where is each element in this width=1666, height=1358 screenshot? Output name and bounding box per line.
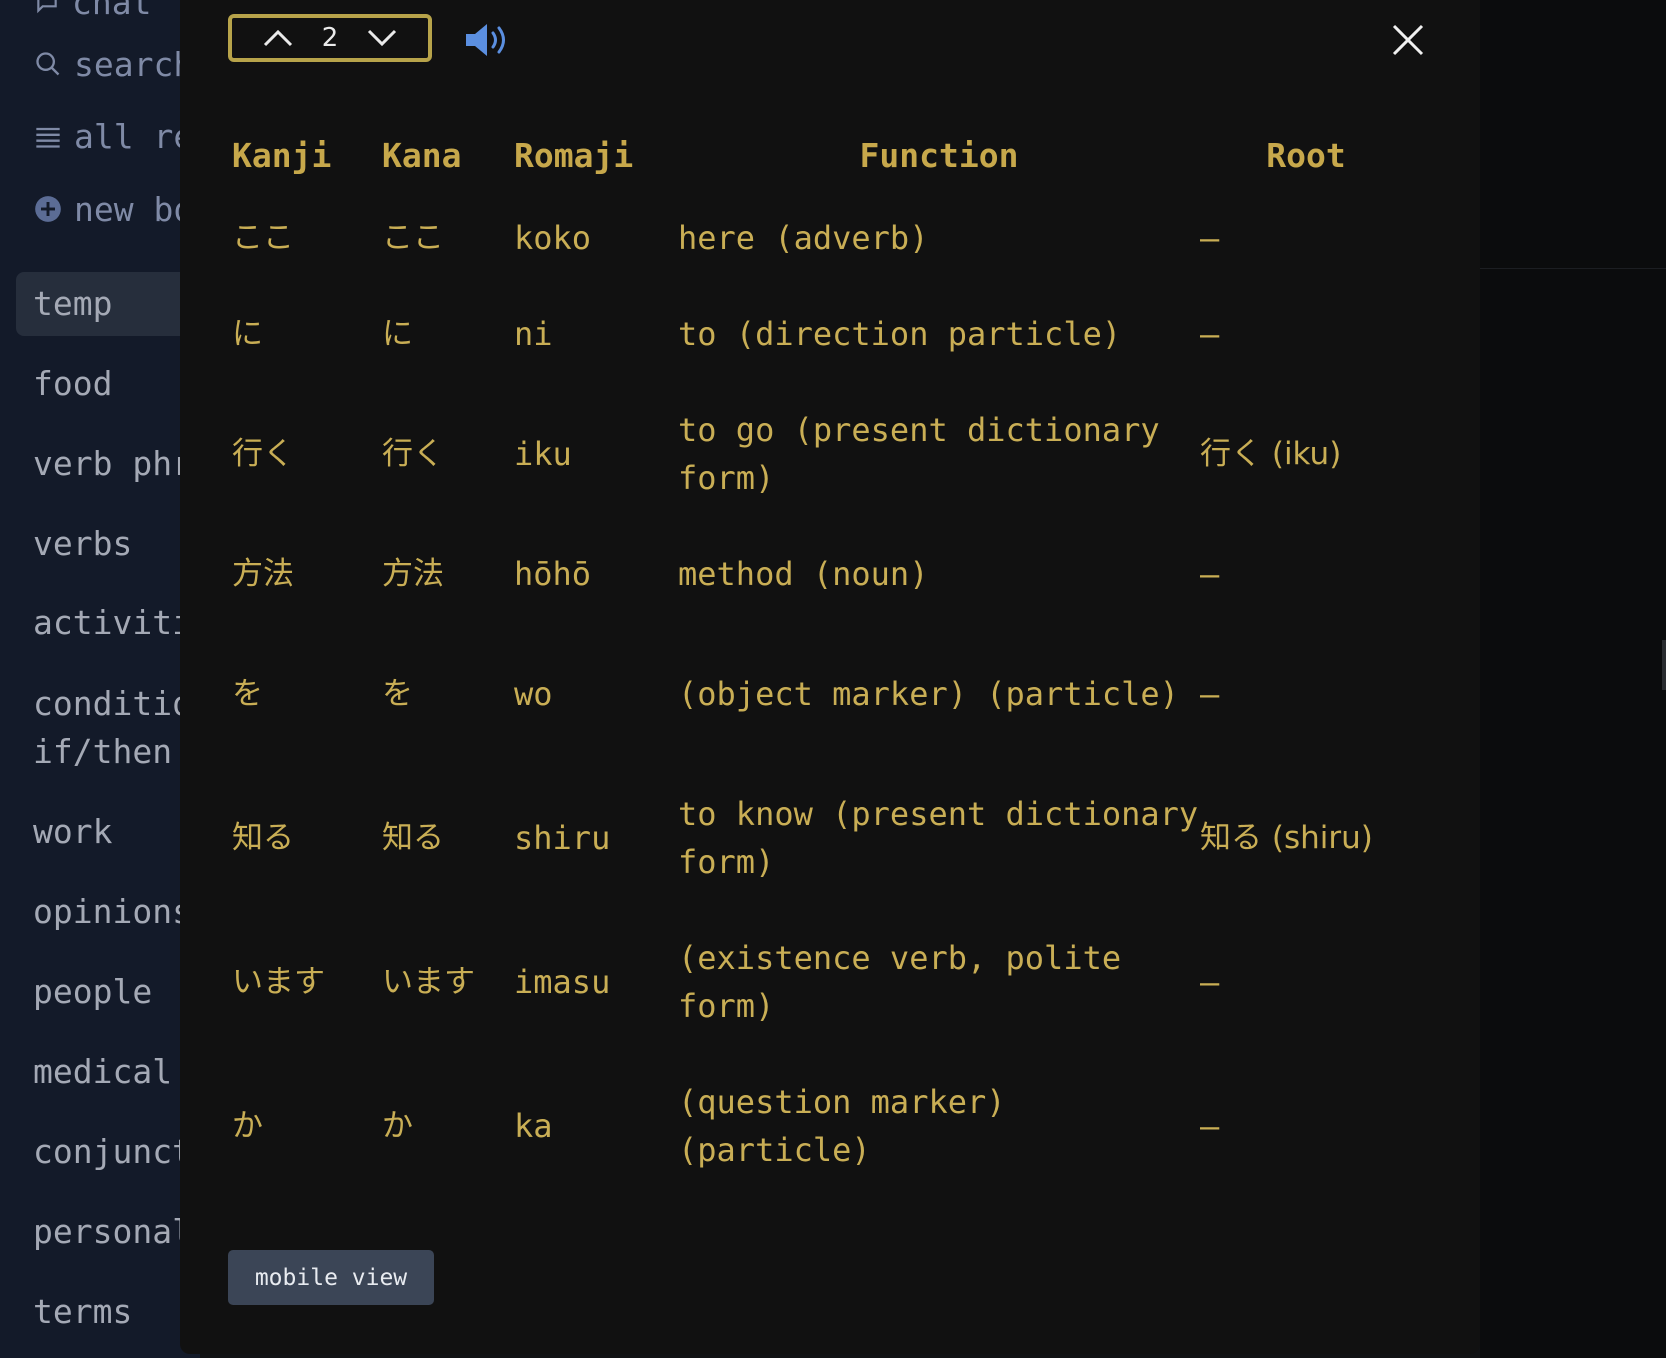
cell-kanji: を [232, 676, 263, 712]
cell-kana: 知る [382, 820, 444, 856]
pager-value: 2 [321, 23, 339, 53]
cell-kanji: に [232, 316, 263, 352]
vocab-table: Kanji Kana Romaji Function Root ここ ここ ko… [232, 120, 1412, 1198]
sidebar-item-conjunctions[interactable]: conjunctions [16, 1128, 200, 1176]
cell-kana: います [382, 964, 475, 1000]
divider [1480, 268, 1666, 269]
cell-kana: 方法 [382, 556, 444, 592]
cell-root: – [1200, 675, 1220, 713]
sidebar-item-conditional[interactable]: conditionalif/then [16, 680, 200, 776]
sidebar-top-item-search[interactable]: search [34, 44, 193, 84]
cell-romaji: iku [514, 435, 572, 473]
sidebar-item-temp[interactable]: temp [16, 272, 200, 336]
chat-icon [37, 0, 57, 14]
search-icon [36, 52, 60, 76]
table-row: 知る 知る shiru to know (present dictionary … [232, 766, 1412, 910]
cell-kanji: 方法 [232, 556, 294, 592]
close-icon[interactable] [1390, 22, 1426, 58]
cell-romaji: shiru [514, 819, 611, 857]
cell-function: (existence verb, polite form) [678, 939, 1122, 1025]
vocab-modal: 2 Kanji Kana Romaji Function Root ここ ここ … [180, 0, 1480, 1354]
header-kanji: Kanji [232, 135, 332, 175]
sidebar: chat search all recent new board temp fo… [0, 0, 200, 1358]
cell-kanji: います [232, 964, 325, 1000]
sidebar-top-item-all-recent[interactable]: all recent [34, 116, 200, 156]
cell-romaji: koko [514, 219, 592, 257]
cell-kana: を [382, 676, 413, 712]
chevron-up-icon[interactable] [262, 28, 294, 48]
table-row: に に ni to (direction particle) – [232, 286, 1412, 382]
cell-root: 行く (iku) [1200, 436, 1342, 472]
sidebar-item-terms[interactable]: terms [16, 1288, 200, 1336]
list-icon [36, 127, 60, 148]
cell-romaji: ni [514, 315, 553, 353]
sidebar-top-label: search [74, 44, 194, 84]
cell-root: – [1200, 315, 1220, 353]
mobile-view-button[interactable]: mobile view [228, 1250, 434, 1305]
cell-romaji: wo [514, 675, 553, 713]
sidebar-item-medical[interactable]: medical [16, 1048, 200, 1096]
cell-romaji: hōhō [514, 555, 592, 593]
sidebar-item-people[interactable]: people [16, 968, 200, 1016]
sidebar-top-item-new-board[interactable]: new board [34, 189, 200, 229]
speaker-icon[interactable] [464, 20, 510, 60]
table-row: 行く 行く iku to go (present dictionary form… [232, 382, 1412, 526]
sidebar-item-personal[interactable]: personal [16, 1208, 200, 1256]
cell-kana: か [382, 1108, 413, 1144]
sidebar-item-verbs[interactable]: verbs [16, 520, 200, 568]
table-row: を を wo (object marker) (particle) – [232, 622, 1412, 766]
cell-function: method (noun) [678, 555, 929, 593]
sentence-pager: 2 [228, 14, 432, 62]
cell-root: – [1200, 555, 1220, 593]
cell-romaji: imasu [514, 963, 611, 1001]
cell-kanji: か [232, 1108, 263, 1144]
sidebar-item-food[interactable]: food [16, 360, 200, 408]
table-row: います います imasu (existence verb, polite fo… [232, 910, 1412, 1054]
cell-function: here (adverb) [678, 219, 929, 257]
plus-circle-icon [35, 196, 61, 222]
cell-function: to know (present dictionary form) [678, 795, 1199, 881]
background-content [1480, 0, 1666, 1358]
sidebar-top-label: chat [72, 0, 152, 22]
cell-function: (question marker) (particle) [678, 1083, 1006, 1169]
cell-function: to go (present dictionary form) [678, 411, 1160, 497]
cell-kanji: ここ [232, 220, 294, 256]
sidebar-item-work[interactable]: work [16, 808, 200, 856]
cell-kanji: 知る [232, 820, 294, 856]
header-kana: Kana [382, 135, 462, 175]
cell-root: – [1200, 1107, 1220, 1145]
cell-kana: 行く [382, 436, 444, 472]
sidebar-item-activities[interactable]: activities [16, 599, 200, 647]
chevron-down-icon[interactable] [366, 28, 398, 48]
cell-kanji: 行く [232, 436, 294, 472]
cell-romaji: ka [514, 1107, 553, 1145]
cell-function: to (direction particle) [678, 315, 1122, 353]
table-row: 方法 方法 hōhō method (noun) – [232, 526, 1412, 622]
table-header-row: Kanji Kana Romaji Function Root [232, 120, 1412, 190]
header-romaji: Romaji [514, 135, 634, 175]
cell-root: – [1200, 219, 1220, 257]
cell-kana: ここ [382, 220, 444, 256]
cell-kana: に [382, 316, 413, 352]
scrollbar[interactable] [1662, 640, 1666, 690]
cell-root: 知る (shiru) [1200, 820, 1373, 856]
table-row: ここ ここ koko here (adverb) – [232, 190, 1412, 286]
cell-root: – [1200, 963, 1220, 1001]
header-root: Root [1266, 135, 1346, 175]
sidebar-item-opinions[interactable]: opinions [16, 888, 200, 936]
sidebar-top-item-chat[interactable]: chat [34, 0, 151, 22]
sidebar-item-verb-phrases[interactable]: verb phrases [16, 440, 200, 488]
cell-function: (object marker) (particle) [678, 675, 1179, 713]
header-function: Function [859, 135, 1019, 175]
table-row: か か ka (question marker) (particle) – [232, 1054, 1412, 1198]
